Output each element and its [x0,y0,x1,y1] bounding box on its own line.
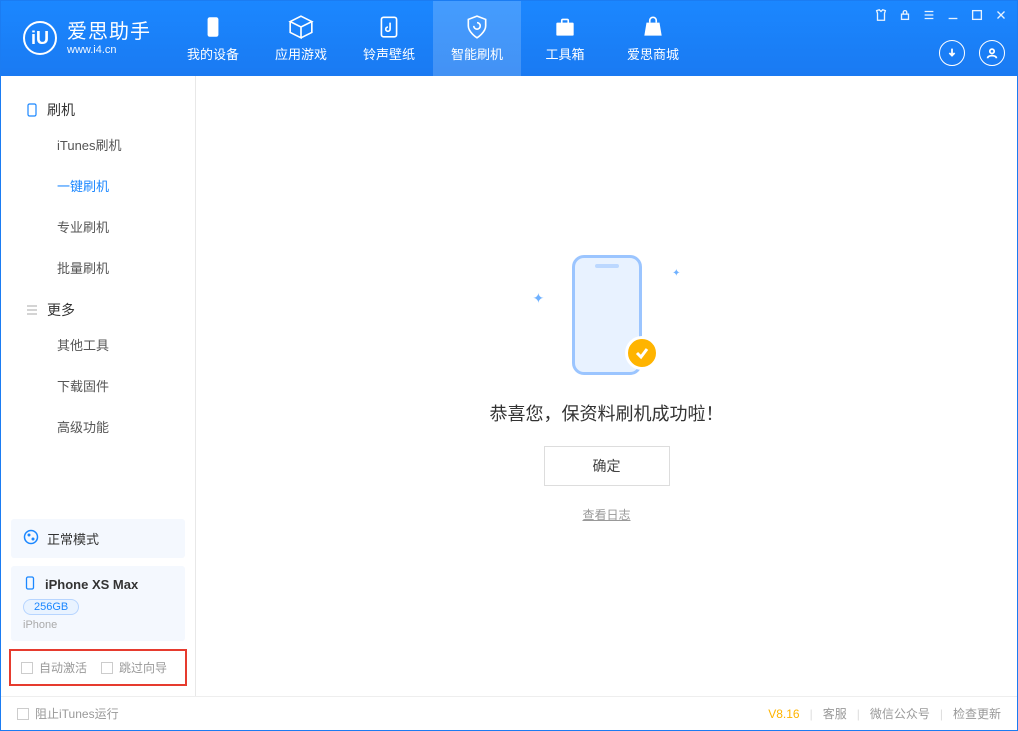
footer: 阻止iTunes运行 V8.16 | 客服 | 微信公众号 | 检查更新 [1,696,1017,730]
main-tabs: 我的设备 应用游戏 铃声壁纸 智能刷机 工具箱 爱思商城 [169,1,697,76]
device-small-icon [23,576,37,593]
sidebar-item-other-tools[interactable]: 其他工具 [1,324,195,365]
footer-link-wechat[interactable]: 微信公众号 [870,705,930,722]
tab-toolbox[interactable]: 工具箱 [521,1,609,76]
group-label: 刷机 [47,100,75,120]
tab-store[interactable]: 爱思商城 [609,1,697,76]
main-content: ✦ ✦ 恭喜您，保资料刷机成功啦！ 确定 查看日志 [196,76,1017,696]
tab-label: 爱思商城 [627,44,679,63]
list-icon [25,303,39,317]
tab-ringtones[interactable]: 铃声壁纸 [345,1,433,76]
sidebar-group-more: 更多 [1,288,195,324]
mode-card[interactable]: 正常模式 [11,519,185,558]
body: 刷机 iTunes刷机 一键刷机 专业刷机 批量刷机 更多 其他工具 下载固件 … [1,76,1017,696]
user-button[interactable] [979,40,1005,66]
sidebar-item-pro-flash[interactable]: 专业刷机 [1,206,195,247]
sidebar: 刷机 iTunes刷机 一键刷机 专业刷机 批量刷机 更多 其他工具 下载固件 … [1,76,196,696]
sparkle-icon: ✦ [672,268,680,279]
download-button[interactable] [939,40,965,66]
auto-activate-checkbox[interactable]: 自动激活 [21,659,87,676]
tab-label: 智能刷机 [451,44,503,63]
menu-icon[interactable] [921,7,937,23]
group-label: 更多 [47,300,75,320]
tab-label: 我的设备 [187,44,239,63]
flash-options: 自动激活 跳过向导 [9,649,187,686]
sidebar-item-advanced[interactable]: 高级功能 [1,406,195,447]
version-label: V8.16 [768,707,799,721]
tab-label: 应用游戏 [275,44,327,63]
shirt-icon[interactable] [873,7,889,23]
logo: iU 爱思助手 www.i4.cn [1,21,169,57]
skip-guide-checkbox[interactable]: 跳过向导 [101,659,167,676]
music-icon [376,14,402,40]
tab-my-device[interactable]: 我的设备 [169,1,257,76]
checkbox-label: 阻止iTunes运行 [35,705,119,722]
ok-button[interactable]: 确定 [544,446,670,486]
checkbox-label: 跳过向导 [119,659,167,676]
checkbox-label: 自动激活 [39,659,87,676]
sidebar-item-onekey-flash[interactable]: 一键刷机 [1,165,195,206]
close-icon[interactable] [993,7,1009,23]
shield-refresh-icon [464,14,490,40]
window-controls [873,7,1009,23]
app-window: iU 爱思助手 www.i4.cn 我的设备 应用游戏 铃声壁纸 智能刷机 [0,0,1018,731]
device-card[interactable]: iPhone XS Max 256GB iPhone [11,566,185,641]
sidebar-item-download-firmware[interactable]: 下载固件 [1,365,195,406]
view-log-link[interactable]: 查看日志 [582,506,630,523]
footer-link-support[interactable]: 客服 [823,705,847,722]
header: iU 爱思助手 www.i4.cn 我的设备 应用游戏 铃声壁纸 智能刷机 [1,1,1017,76]
tab-smart-flash[interactable]: 智能刷机 [433,1,521,76]
sidebar-item-itunes-flash[interactable]: iTunes刷机 [1,124,195,165]
app-url: www.i4.cn [67,44,151,57]
logo-icon: iU [23,21,57,55]
tab-label: 工具箱 [545,44,584,63]
sidebar-item-batch-flash[interactable]: 批量刷机 [1,247,195,288]
sidebar-group-flash: 刷机 [1,88,195,124]
footer-link-update[interactable]: 检查更新 [953,705,1001,722]
mode-icon [23,529,39,548]
success-message: 恭喜您，保资料刷机成功啦！ [490,400,724,426]
minimize-icon[interactable] [945,7,961,23]
check-badge-icon [625,336,659,370]
lock-icon[interactable] [897,7,913,23]
device-icon [25,103,39,117]
app-name: 爱思助手 [67,21,151,44]
device-storage: 256GB [23,599,79,615]
toolbox-icon [552,14,578,40]
device-name: iPhone XS Max [45,577,138,592]
maximize-icon[interactable] [969,7,985,23]
tab-label: 铃声壁纸 [363,44,415,63]
phone-icon [200,14,226,40]
header-right-actions [939,40,1005,66]
device-type: iPhone [23,619,173,631]
sparkle-icon: ✦ [533,290,545,307]
bag-icon [640,14,666,40]
cube-icon [288,14,314,40]
success-illustration: ✦ ✦ [527,250,687,380]
mode-label: 正常模式 [47,529,99,548]
tab-apps-games[interactable]: 应用游戏 [257,1,345,76]
block-itunes-checkbox[interactable]: 阻止iTunes运行 [17,705,119,722]
